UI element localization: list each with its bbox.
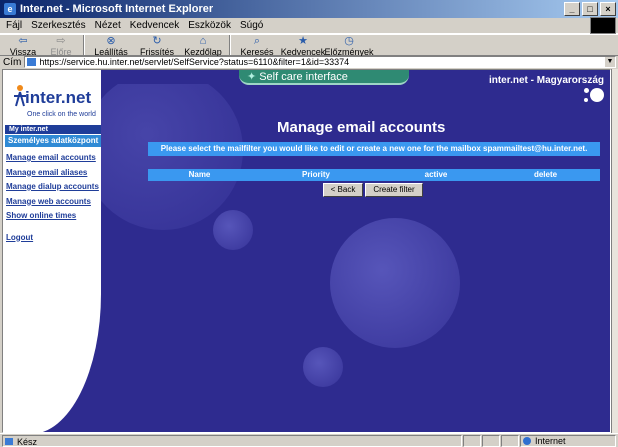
- home-button[interactable]: ⌂ Kezdőlap: [180, 35, 226, 57]
- toolbar-separator: [83, 35, 85, 55]
- column-delete: delete: [533, 170, 558, 179]
- nav-manage-email-aliases[interactable]: Manage email aliases: [6, 167, 99, 182]
- menu-edit[interactable]: Szerkesztés: [31, 20, 85, 31]
- search-icon: ⌕: [253, 35, 261, 47]
- security-zone: Internet: [520, 434, 616, 447]
- search-button[interactable]: ⌕ Keresés: [234, 35, 280, 57]
- column-name: Name: [188, 170, 211, 179]
- nav-list: Manage email accounts Manage email alias…: [6, 152, 99, 246]
- globe-icon: [523, 436, 531, 445]
- self-care-banner: ✦ Self care interface: [239, 70, 409, 85]
- my-inter-net-header: My inter.net: [5, 125, 101, 134]
- menu-view[interactable]: Nézet: [95, 20, 121, 31]
- forward-button[interactable]: ⇨ Előre: [42, 35, 80, 57]
- refresh-button[interactable]: ↻ Frissítés: [134, 35, 180, 57]
- left-sidebar: inter.net One click on the world My inte…: [3, 70, 101, 432]
- stop-icon: ⊗: [106, 35, 116, 47]
- nav-manage-email-accounts[interactable]: Manage email accounts: [6, 152, 99, 167]
- address-label: Cím: [3, 56, 22, 68]
- inter-net-logo[interactable]: inter.net One click on the world: [11, 80, 101, 130]
- stop-button[interactable]: ⊗ Leállítás: [88, 35, 134, 57]
- refresh-icon: ↻: [152, 35, 162, 47]
- column-priority: Priority: [301, 170, 330, 179]
- toolbar-separator: [229, 35, 231, 55]
- window-controls: _ □ ×: [564, 2, 616, 16]
- page-icon: [27, 58, 37, 66]
- toolbar: ⇦ Vissza ⇨ Előre ⊗ Leállítás ↻ Frissítés…: [0, 34, 618, 57]
- menu-bar: Fájl Szerkesztés Nézet Kedvencek Eszközö…: [0, 17, 618, 34]
- window-titlebar: e Inter.net - Microsoft Internet Explore…: [0, 0, 618, 18]
- address-dropdown-icon[interactable]: ▼: [605, 57, 615, 67]
- nav-show-online-times[interactable]: Show online times: [6, 210, 99, 225]
- windows-logo-icon: [590, 17, 616, 34]
- minimize-button[interactable]: _: [564, 2, 580, 16]
- close-button[interactable]: ×: [600, 2, 616, 16]
- decorative-bubble: [213, 210, 253, 250]
- status-panel: [501, 434, 519, 447]
- logo-text: inter.net: [25, 88, 92, 107]
- window-title: Inter.net - Microsoft Internet Explorer: [20, 3, 214, 15]
- forward-arrow-icon: ⇨: [56, 35, 66, 47]
- nav-manage-dialup-accounts[interactable]: Manage dialup accounts: [6, 181, 99, 196]
- page-done-icon: [5, 437, 13, 445]
- sparkle-icon: ✦: [247, 71, 257, 83]
- history-icon: ◷: [344, 35, 354, 47]
- info-message: Please select the mailfilter you would l…: [148, 142, 600, 156]
- back-button[interactable]: ⇦ Vissza: [4, 35, 42, 57]
- zone-text: Internet: [535, 435, 566, 446]
- decorative-dots: [582, 86, 604, 106]
- brand-right: inter.net - Magyarország: [488, 75, 604, 86]
- back-page-button[interactable]: < Back: [323, 183, 363, 197]
- vertical-scrollbar[interactable]: [611, 69, 618, 433]
- menu-tools[interactable]: Eszközök: [188, 20, 231, 31]
- status-text: Kész: [17, 436, 38, 447]
- section-header: Személyes adatközpont: [5, 135, 101, 147]
- ie-icon: e: [4, 3, 16, 15]
- column-active: active: [424, 170, 448, 179]
- menu-favorites[interactable]: Kedvencek: [130, 20, 179, 31]
- banner-text: Self care interface: [259, 71, 348, 83]
- nav-logout[interactable]: Logout: [6, 232, 99, 247]
- back-arrow-icon: ⇦: [18, 35, 28, 47]
- address-url: https://service.hu.inter.net/servlet/Sel…: [39, 57, 350, 67]
- web-page: ✦ Self care interface inter.net - Magyaro…: [2, 69, 611, 433]
- favorites-icon: ★: [298, 35, 308, 47]
- history-button[interactable]: ◷ Előzmények: [324, 35, 373, 57]
- status-panel: [463, 434, 481, 447]
- nav-manage-web-accounts[interactable]: Manage web accounts: [6, 196, 99, 211]
- logo-tagline: One click on the world: [27, 111, 96, 118]
- table-header: Name Priority active delete: [148, 169, 600, 181]
- page-title: Manage email accounts: [277, 119, 446, 136]
- home-icon: ⌂: [199, 35, 207, 47]
- address-bar: Cím https://service.hu.inter.net/servlet…: [0, 56, 618, 68]
- address-input[interactable]: https://service.hu.inter.net/servlet/Sel…: [24, 56, 616, 68]
- status-bar: Kész Internet: [0, 433, 618, 447]
- decorative-bubble: [303, 347, 343, 387]
- create-filter-button[interactable]: Create filter: [365, 183, 423, 197]
- maximize-button[interactable]: □: [582, 2, 598, 16]
- status-text-panel: Kész: [2, 434, 462, 447]
- decorative-bubble: [330, 218, 460, 348]
- menu-help[interactable]: Súgó: [240, 20, 263, 31]
- favorites-button[interactable]: ★ Kedvencek: [280, 35, 326, 57]
- status-panel: [482, 434, 500, 447]
- menu-file[interactable]: Fájl: [6, 20, 22, 31]
